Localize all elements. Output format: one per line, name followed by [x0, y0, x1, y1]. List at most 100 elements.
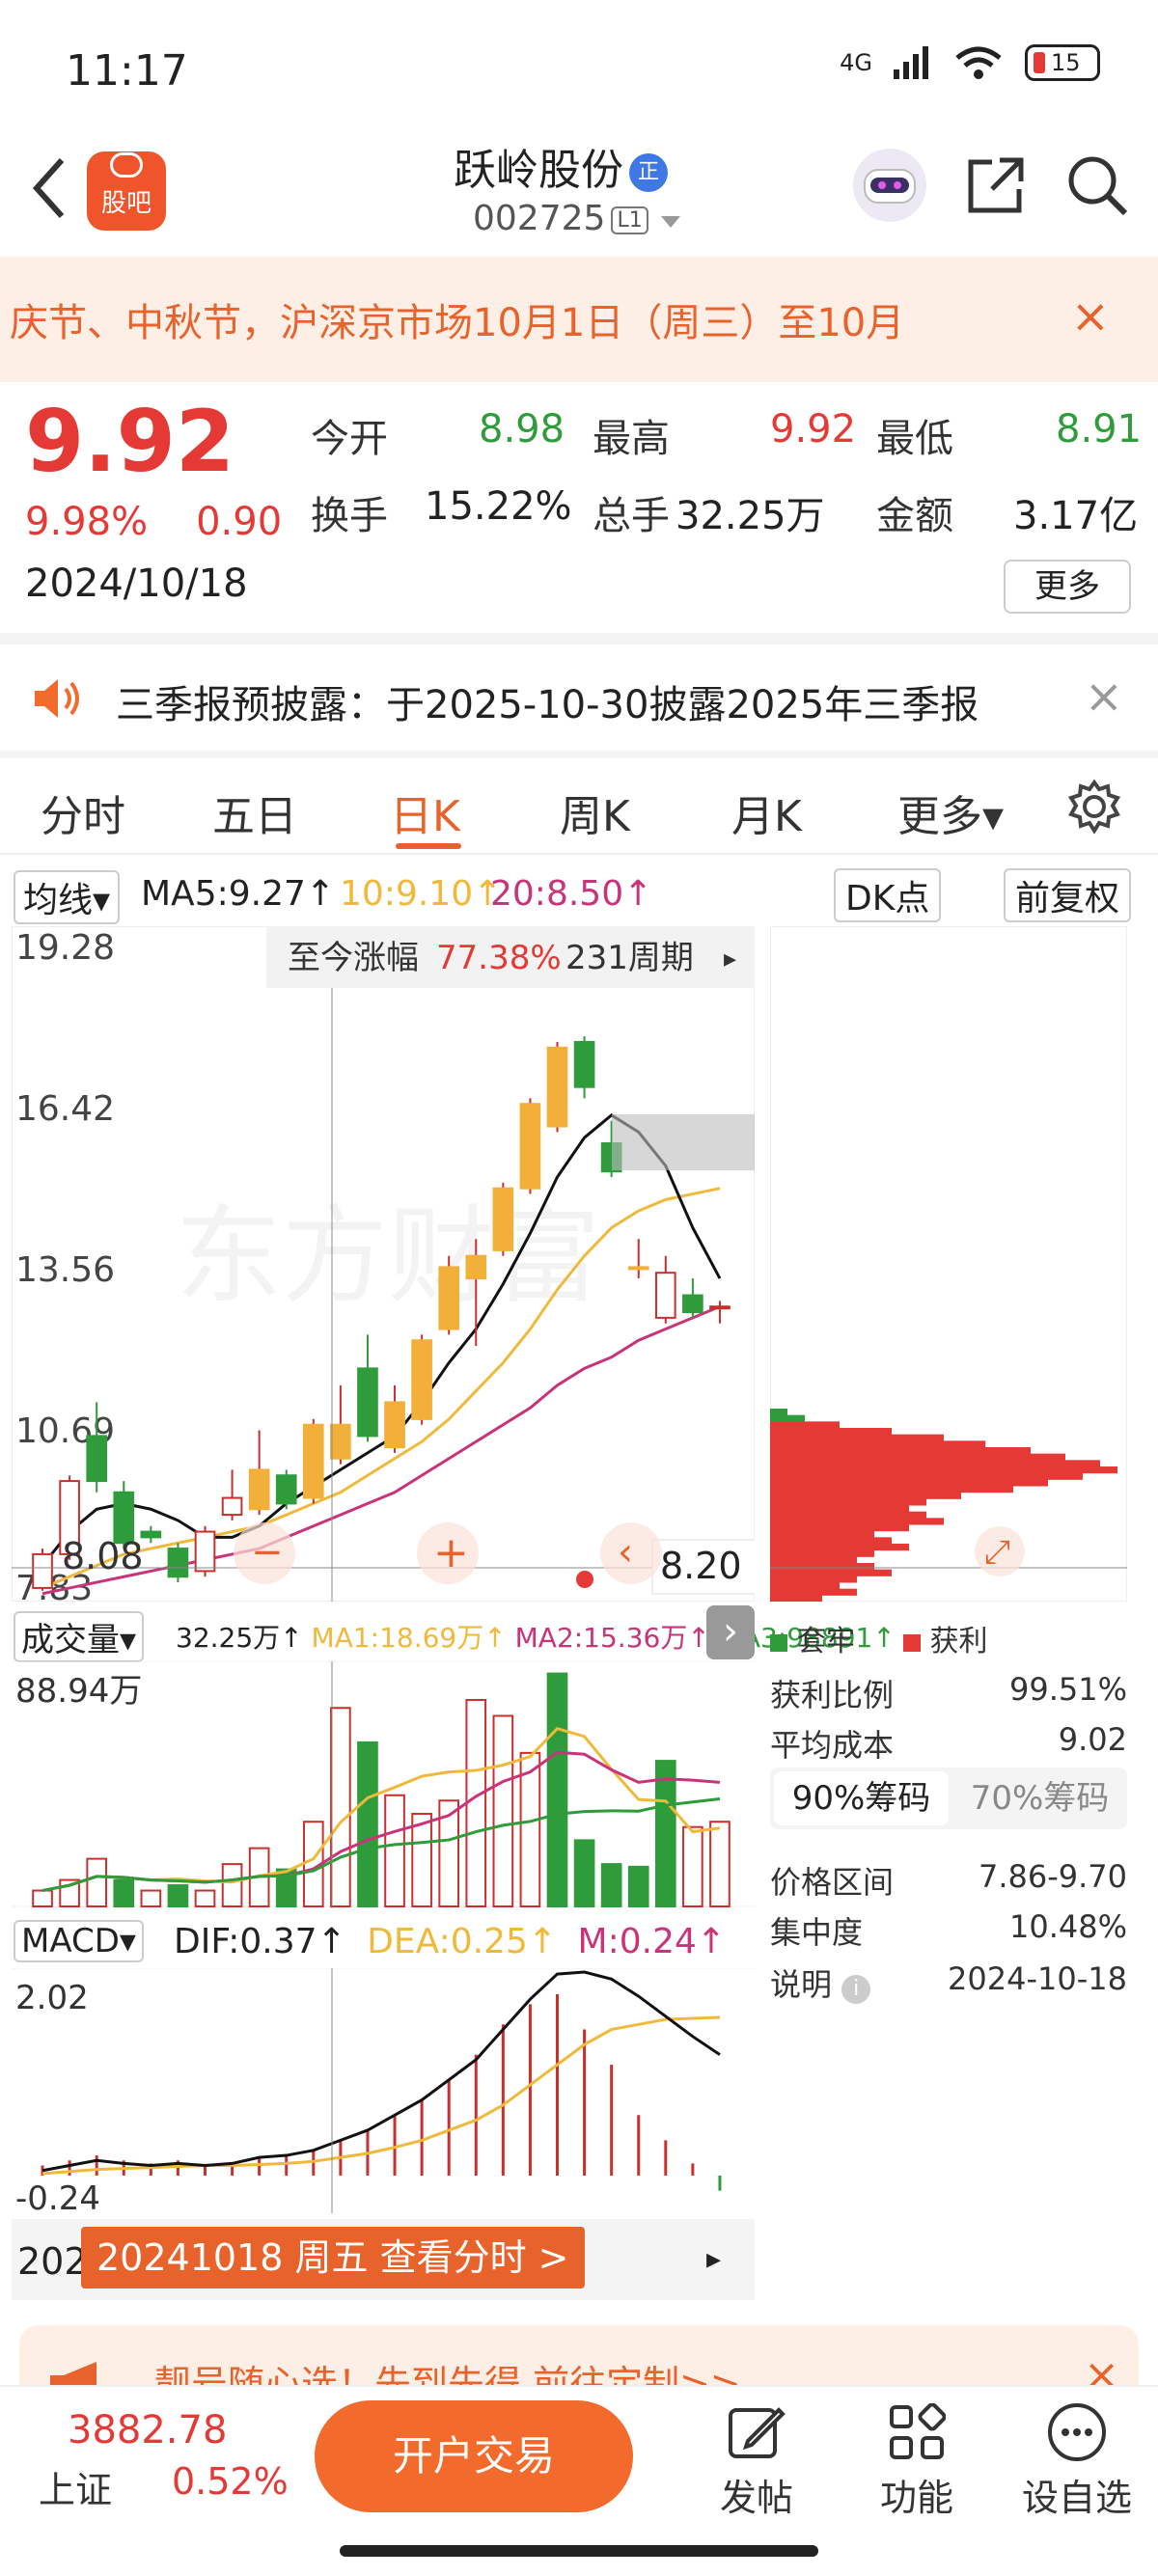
ai-assistant-button[interactable]	[853, 149, 926, 222]
open-value: 8.98	[479, 407, 565, 452]
chip-chart[interactable]: ⤢	[770, 926, 1127, 1602]
signal-icon	[894, 46, 928, 79]
profit-swatch	[902, 1633, 921, 1652]
chip-bar	[770, 1588, 857, 1596]
macd-chart[interactable]: 2.02 -0.24	[12, 1968, 755, 2213]
caret-down-icon	[661, 216, 681, 228]
candle	[275, 1474, 297, 1505]
more-dots-icon	[1048, 2403, 1106, 2461]
chip-bar	[770, 1492, 961, 1499]
gear-icon[interactable]	[1067, 780, 1121, 834]
turnover-label: 换手	[311, 494, 388, 538]
volume-bar	[519, 1751, 541, 1907]
low-label: 最低	[876, 417, 953, 461]
ma10-value: 10:9.10↑	[340, 874, 503, 914]
vol-ma2: MA2:15.36万↑	[514, 1622, 710, 1654]
candlestick-chart[interactable]: 东方财富 19.2816.4213.5610.697.83 至今涨幅 77.38…	[12, 926, 755, 1602]
post-button[interactable]: 发帖	[699, 2397, 814, 2521]
candle	[330, 1423, 351, 1460]
volume-bar	[627, 1865, 649, 1907]
network-indicator: 4G	[840, 49, 872, 76]
back-button[interactable]	[29, 154, 68, 237]
quote-date: 2024/10/18	[25, 562, 248, 606]
cross-price: 8.20	[660, 1545, 742, 1587]
profit-label: 获利	[929, 1625, 988, 1658]
share-icon[interactable]	[965, 154, 1027, 216]
candle	[32, 1552, 53, 1589]
price-range-row: 价格区间 7.86-9.70	[770, 1858, 1127, 1903]
tab-weekly-k[interactable]: 周K	[560, 781, 630, 843]
change-amount: 0.90	[196, 500, 283, 544]
expand-panel-button[interactable]: ›	[706, 1605, 755, 1659]
macd-legend: DIF:0.37↑ DEA:0.25↑ M:0.24↑	[174, 1922, 726, 1961]
volume-chart[interactable]: 88.94万	[12, 1661, 755, 1908]
chip-bar	[770, 1544, 909, 1551]
dk-point-button[interactable]: DK点	[834, 868, 942, 922]
avg-cost-row: 平均成本 9.02	[770, 1721, 1127, 1766]
more-quote-button[interactable]: 更多	[1004, 560, 1131, 614]
chip-bar	[770, 1486, 1013, 1494]
y-tick-label: 13.56	[15, 1250, 115, 1290]
tab-five-day[interactable]: 五日	[212, 781, 297, 843]
margin-badge: 正	[629, 153, 668, 192]
stock-header: 股吧 跃岭股份正 002725 L1	[0, 135, 1158, 257]
add-watchlist-button[interactable]: 设自选	[1019, 2397, 1135, 2521]
close-icon[interactable]: ×	[1085, 670, 1123, 724]
market-notice-banner[interactable]: 庆节、中秋节，沪深京市场10月1日（周三）至10月 ×	[0, 257, 1158, 382]
volume-bar	[113, 1878, 135, 1908]
macd-dif: DIF:0.37↑	[174, 1922, 346, 1961]
ma5-value: MA5:9.27↑	[141, 874, 336, 914]
watermark: 东方财富	[176, 1197, 600, 1316]
chip-bar	[770, 1530, 874, 1538]
volume-bar	[86, 1857, 108, 1907]
search-icon[interactable]	[1065, 153, 1129, 217]
robot-icon	[864, 169, 916, 204]
chip-bar	[770, 1582, 840, 1590]
chip-bar	[770, 1511, 926, 1519]
stock-code-selector[interactable]: 002725 L1	[473, 199, 682, 238]
candle	[411, 1339, 432, 1420]
candle	[519, 1103, 541, 1190]
volume-value: 32.25万	[676, 494, 825, 538]
function-button[interactable]: 功能	[859, 2397, 975, 2521]
edit-icon	[729, 2407, 786, 2458]
volume-bar	[330, 1707, 351, 1907]
price-range-value: 7.86-9.70	[978, 1858, 1127, 1895]
open-label: 今开	[311, 417, 388, 461]
chip-bar	[770, 1440, 986, 1448]
tab-chip-70[interactable]: 70%筹码	[952, 1768, 1127, 1829]
chat-bubble-icon	[110, 152, 143, 178]
tab-daily-k[interactable]: 日K	[390, 781, 460, 843]
volume-selector[interactable]: 成交量▾	[14, 1611, 145, 1662]
macd-m: M:0.24↑	[577, 1922, 727, 1961]
amount-value: 3.17亿	[1013, 494, 1139, 538]
tab-chip-90[interactable]: 90%筹码	[774, 1771, 949, 1825]
stock-title: 跃岭股份正	[454, 135, 668, 197]
tab-more[interactable]: 更多▾	[897, 781, 1004, 843]
divider	[0, 751, 1158, 758]
candle	[302, 1423, 324, 1499]
grid-icon	[890, 2403, 946, 2459]
macd-selector[interactable]: MACD▾	[14, 1920, 144, 1962]
guba-button[interactable]: 股吧	[87, 151, 166, 231]
chip-bar	[770, 1414, 805, 1422]
close-icon[interactable]: ×	[1071, 289, 1110, 343]
ma20-value: 20:8.50↑	[490, 874, 653, 914]
play-icon[interactable]: ▸	[706, 2242, 721, 2276]
chip-bar	[770, 1421, 840, 1429]
tab-intraday[interactable]: 分时	[41, 781, 125, 843]
chip-bar	[770, 1479, 1048, 1487]
tab-monthly-k[interactable]: 月K	[731, 781, 802, 843]
price-adjust-button[interactable]: 前复权	[1004, 868, 1132, 922]
bottom-bar: 3882.78 上证 0.52% 开户交易 发帖 功能 设自选	[0, 2385, 1158, 2530]
index-name: 上证	[39, 2469, 113, 2511]
open-account-trade-button[interactable]: 开户交易	[315, 2400, 633, 2512]
volume-value: 32.25万↑	[176, 1622, 303, 1654]
macd-top-label: 2.02	[15, 1979, 89, 2017]
volume-bar	[357, 1740, 378, 1907]
active-tab-indicator	[396, 843, 461, 849]
view-intraday-button[interactable]: 20241018 周五 查看分时 >	[81, 2227, 585, 2288]
info-icon[interactable]: i	[841, 1975, 871, 2004]
announcement-bar[interactable]: 三季报预披露：于2025-10-30披露2025年三季报 ×	[0, 644, 1158, 753]
ma-selector[interactable]: 均线▾	[14, 870, 121, 924]
